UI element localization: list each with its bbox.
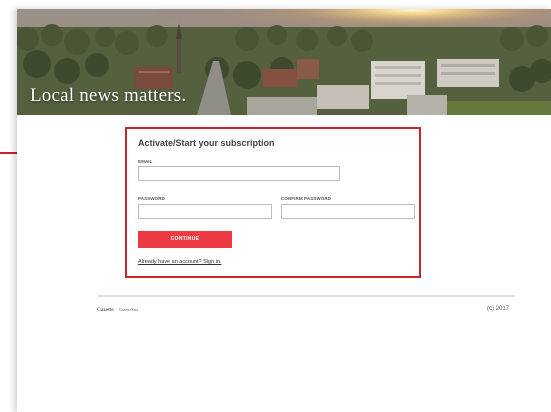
page: Local news matters. Activate/Start your … [17,9,551,412]
form-title: Activate/Start your subscription [138,138,275,148]
continue-button[interactable]: CONTINUE [138,231,232,248]
confirm-password-field[interactable] [281,204,415,219]
copyright-notice: (c) 2017 [487,306,510,312]
email-label: EMAIL [138,159,153,164]
email-field[interactable] [138,166,340,181]
gazette-logo[interactable]: Gazette [97,307,114,313]
password-field[interactable] [138,204,272,219]
hero-banner: Local news matters. [17,9,551,115]
sign-in-link[interactable]: Already have an account? Sign in. [138,259,221,265]
gazettextra-logo[interactable]: GazetteXtra [119,307,138,312]
password-label: PASSWORD [138,196,165,201]
confirm-password-label: CONFIRM PASSWORD [281,196,332,201]
footer-divider [97,295,515,297]
footer-logos: Gazette GazetteXtra [97,307,138,313]
subscription-form: Activate/Start your subscription EMAIL P… [125,127,421,278]
hero-tagline: Local news matters. [30,85,187,106]
